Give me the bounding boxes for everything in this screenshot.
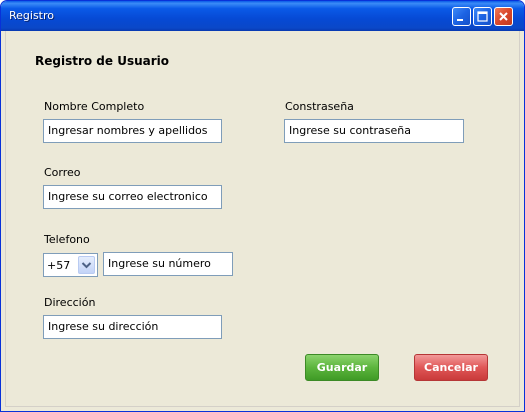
registration-window: Registro Registro de Usuario Nombre Comp… bbox=[0, 0, 525, 412]
email-label: Correo bbox=[44, 166, 81, 179]
cancel-button[interactable]: Cancelar bbox=[414, 354, 488, 381]
maximize-button[interactable] bbox=[473, 7, 492, 26]
title-bar[interactable]: Registro bbox=[1, 1, 524, 31]
form-heading: Registro de Usuario bbox=[35, 54, 170, 68]
password-label: Constraseña bbox=[285, 100, 354, 113]
name-input[interactable]: Ingresar nombres y apellidos bbox=[43, 119, 222, 143]
phone-input[interactable]: Ingrese su número bbox=[103, 252, 233, 276]
close-button[interactable] bbox=[494, 7, 513, 26]
password-input[interactable]: Ingrese su contraseña bbox=[284, 119, 464, 143]
maximize-icon bbox=[477, 11, 488, 22]
country-code-value: +57 bbox=[47, 259, 71, 272]
address-input[interactable]: Ingrese su dirección bbox=[43, 315, 222, 339]
country-code-dropdown-button[interactable] bbox=[78, 256, 95, 274]
address-label: Dirección bbox=[44, 296, 96, 309]
name-label: Nombre Completo bbox=[44, 100, 145, 113]
phone-label: Telefono bbox=[44, 233, 90, 246]
close-icon bbox=[499, 12, 508, 21]
window-title: Registro bbox=[9, 9, 55, 22]
chevron-down-icon bbox=[81, 262, 92, 269]
minimize-button[interactable] bbox=[452, 7, 471, 26]
form-panel bbox=[5, 31, 520, 407]
email-input[interactable]: Ingrese su correo electronico bbox=[43, 185, 222, 209]
save-button[interactable]: Guardar bbox=[305, 354, 379, 381]
country-code-select[interactable]: +57 bbox=[43, 253, 98, 277]
minimize-icon bbox=[457, 19, 463, 21]
